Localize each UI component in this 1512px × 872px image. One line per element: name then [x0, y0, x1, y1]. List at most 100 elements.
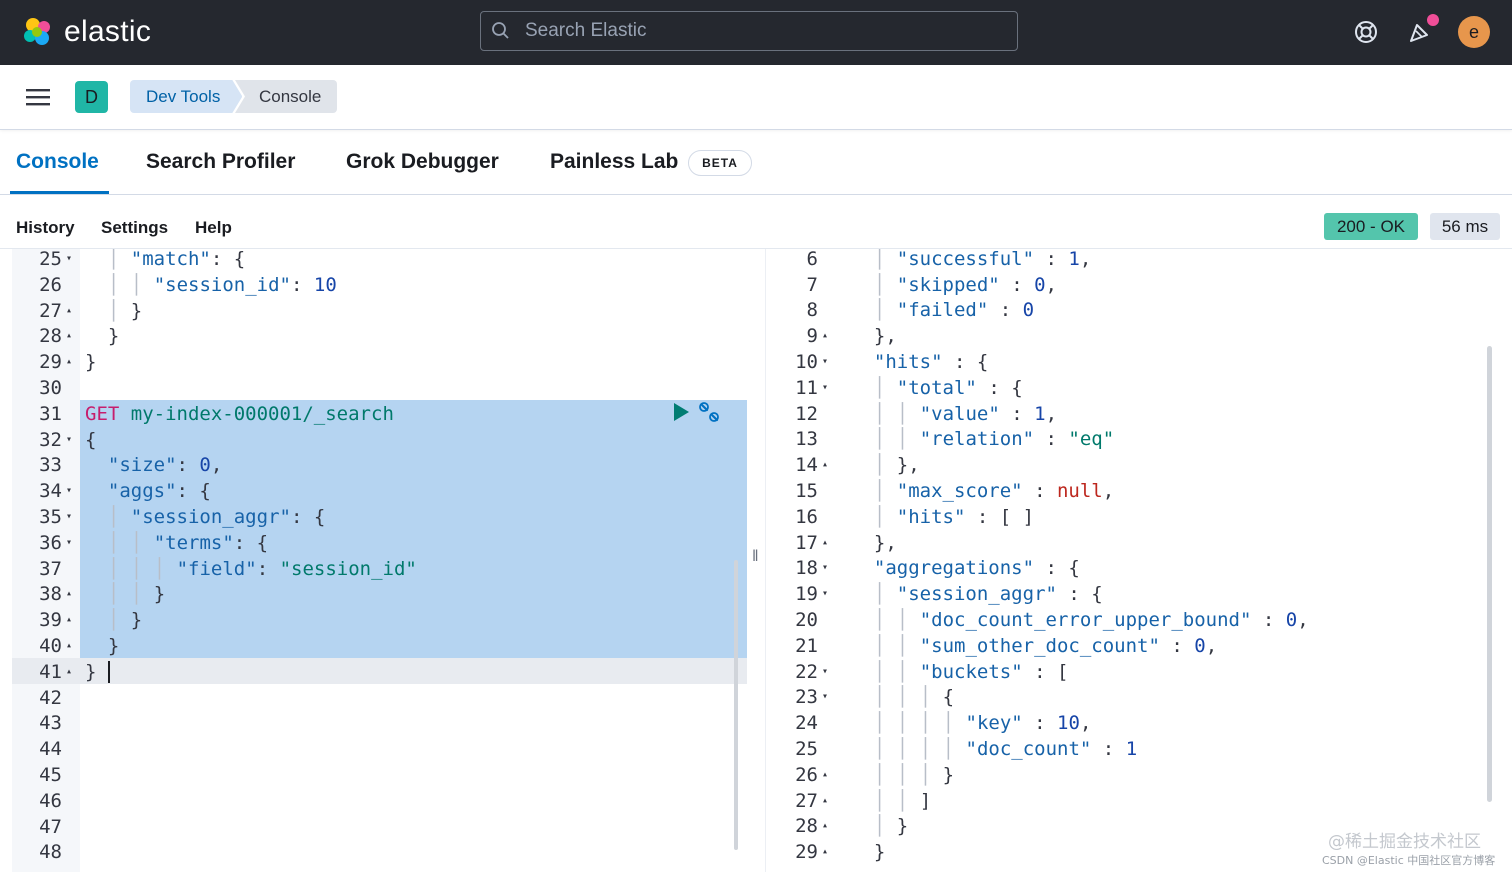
line-number: 36: [39, 531, 62, 554]
fold-toggle-icon[interactable]: ▴: [822, 839, 828, 865]
output-line: 17 ▴ },: [766, 531, 1501, 557]
line-number: 26: [39, 273, 62, 296]
line-number: 29: [39, 351, 62, 374]
search-input[interactable]: [523, 19, 1007, 43]
output-line: 6 │ "successful" : 1,: [766, 249, 1501, 273]
code-text: "size": 0,: [107, 454, 223, 477]
response-output: 5 │ "total" : 1,6 │ "successful" : 1,7 │…: [765, 249, 1512, 872]
fold-toggle-icon[interactable]: ▴: [66, 581, 72, 607]
tab-console[interactable]: Console: [16, 150, 99, 174]
fold-toggle-icon[interactable]: ▾: [66, 427, 72, 453]
code-text: }: [85, 325, 120, 348]
code-text: }: [85, 351, 97, 374]
line-number: 20: [795, 609, 818, 631]
fold-toggle-icon[interactable]: ▴: [66, 659, 72, 685]
code-text: │ "total" : {: [873, 376, 1023, 399]
global-search[interactable]: [480, 11, 1018, 51]
code-text: │ │ │ {: [873, 686, 955, 709]
help-icon[interactable]: [1350, 16, 1382, 48]
search-icon: [492, 22, 509, 39]
menu-icon[interactable]: [26, 87, 50, 107]
line-number: 14: [795, 454, 818, 477]
tab-grok-debugger[interactable]: Grok Debugger: [346, 150, 499, 174]
fold-toggle-icon[interactable]: ▴: [66, 323, 72, 349]
avatar[interactable]: e: [1458, 16, 1490, 48]
wrench-icon[interactable]: [698, 401, 720, 423]
editor-line: 29 ▴}: [12, 350, 747, 376]
fold-toggle-icon[interactable]: ▾: [822, 684, 828, 710]
output-line: 27 ▴ │ │ ]: [766, 789, 1501, 815]
fold-toggle-icon[interactable]: ▾: [822, 349, 828, 375]
editor-line: 36 ▾ │ │ "terms": {: [12, 531, 747, 557]
code-text: │ "hits" : [ ]: [873, 505, 1035, 528]
code-text: │ │ │ }: [873, 763, 955, 786]
line-number: 31: [39, 402, 62, 425]
line-number: 24: [795, 712, 818, 735]
code-text: │ }: [107, 299, 143, 322]
editor-line: 25 ▾ │ "match": {: [12, 249, 747, 273]
tab-painless-lab[interactable]: Painless Lab: [550, 150, 678, 174]
output-line: 12 │ │ "value" : 1,: [766, 402, 1501, 428]
fold-toggle-icon[interactable]: ▴: [66, 349, 72, 375]
status-badge: 200 - OK: [1324, 213, 1418, 240]
code-text: }: [851, 841, 886, 864]
code-text: │ │ ]: [873, 789, 932, 812]
dev-tools-tabs: Console Search Profiler Grok Debugger Pa…: [0, 130, 1512, 195]
line-number: 9: [806, 325, 818, 348]
editor-line: 35 ▾ │ "session_aggr": {: [12, 505, 747, 531]
fold-toggle-icon[interactable]: ▴: [66, 298, 72, 324]
fold-toggle-icon[interactable]: ▴: [66, 633, 72, 659]
code-text: │ "session_aggr": {: [107, 506, 326, 528]
code-text: │ },: [873, 454, 920, 477]
editor-line: 43: [12, 711, 747, 737]
fold-toggle-icon[interactable]: ▴: [822, 323, 828, 349]
fold-toggle-icon[interactable]: ▾: [66, 504, 72, 530]
breadcrumb-dev-tools[interactable]: Dev Tools: [130, 80, 242, 113]
fold-toggle-icon[interactable]: ▾: [822, 659, 828, 685]
elastic-cluster-icon: [24, 18, 50, 45]
editor-line: 32 ▾ {: [12, 428, 747, 454]
request-editor[interactable]: 25 ▾ │ "match": {26 │ │ "session_id": 10 2…: [12, 249, 747, 872]
code-text: │ "match": {: [107, 249, 246, 270]
fold-toggle-icon[interactable]: ▴: [822, 762, 828, 788]
settings-link[interactable]: Settings: [101, 218, 168, 238]
fold-toggle-icon[interactable]: ▾: [66, 478, 72, 504]
history-link[interactable]: History: [16, 218, 75, 238]
play-icon[interactable]: [672, 402, 690, 422]
fold-toggle-icon[interactable]: ▾: [66, 530, 72, 556]
help-link[interactable]: Help: [195, 218, 232, 238]
space-avatar[interactable]: D: [75, 81, 108, 113]
line-number: 12: [795, 402, 818, 425]
pane-resizer[interactable]: ‖: [752, 548, 759, 566]
editor-line: 44: [12, 737, 747, 763]
code-text: │ │ "terms": {: [107, 531, 269, 554]
fold-toggle-icon[interactable]: ▴: [66, 607, 72, 633]
line-number: 13: [795, 428, 818, 451]
output-line: 8 │ "failed" : 0: [766, 298, 1501, 324]
output-scrollbar[interactable]: [1487, 346, 1492, 802]
fold-toggle-icon[interactable]: ▾: [66, 249, 72, 272]
active-tab-indicator: [10, 191, 109, 194]
line-number: 40: [39, 635, 62, 657]
line-number: 46: [39, 789, 62, 812]
fold-toggle-icon[interactable]: ▴: [822, 530, 828, 556]
line-number: 18: [795, 557, 818, 580]
code-text: │ │ "session_id": 10: [107, 273, 337, 296]
watermark: @稀土掘金技术社区: [1328, 832, 1481, 852]
output-line: 9 ▴ },: [766, 324, 1501, 350]
fold-toggle-icon[interactable]: ▴: [822, 788, 828, 814]
editor-line: 37 │ │ │ "field": "session_id": [12, 557, 747, 583]
editor-scrollbar[interactable]: [734, 560, 738, 850]
elastic-logo[interactable]: elastic: [20, 14, 151, 50]
fold-toggle-icon[interactable]: ▴: [822, 452, 828, 478]
line-number: 25: [39, 249, 62, 270]
fold-toggle-icon[interactable]: ▾: [822, 375, 828, 401]
code-text: │ │ }: [107, 583, 166, 606]
code-text: },: [851, 325, 897, 348]
logo-text: elastic: [64, 15, 152, 48]
fold-toggle-icon[interactable]: ▾: [822, 555, 828, 581]
fold-toggle-icon[interactable]: ▴: [822, 813, 828, 839]
fold-toggle-icon[interactable]: ▾: [822, 581, 828, 607]
line-number: 41: [39, 660, 62, 683]
tab-search-profiler[interactable]: Search Profiler: [146, 150, 295, 174]
